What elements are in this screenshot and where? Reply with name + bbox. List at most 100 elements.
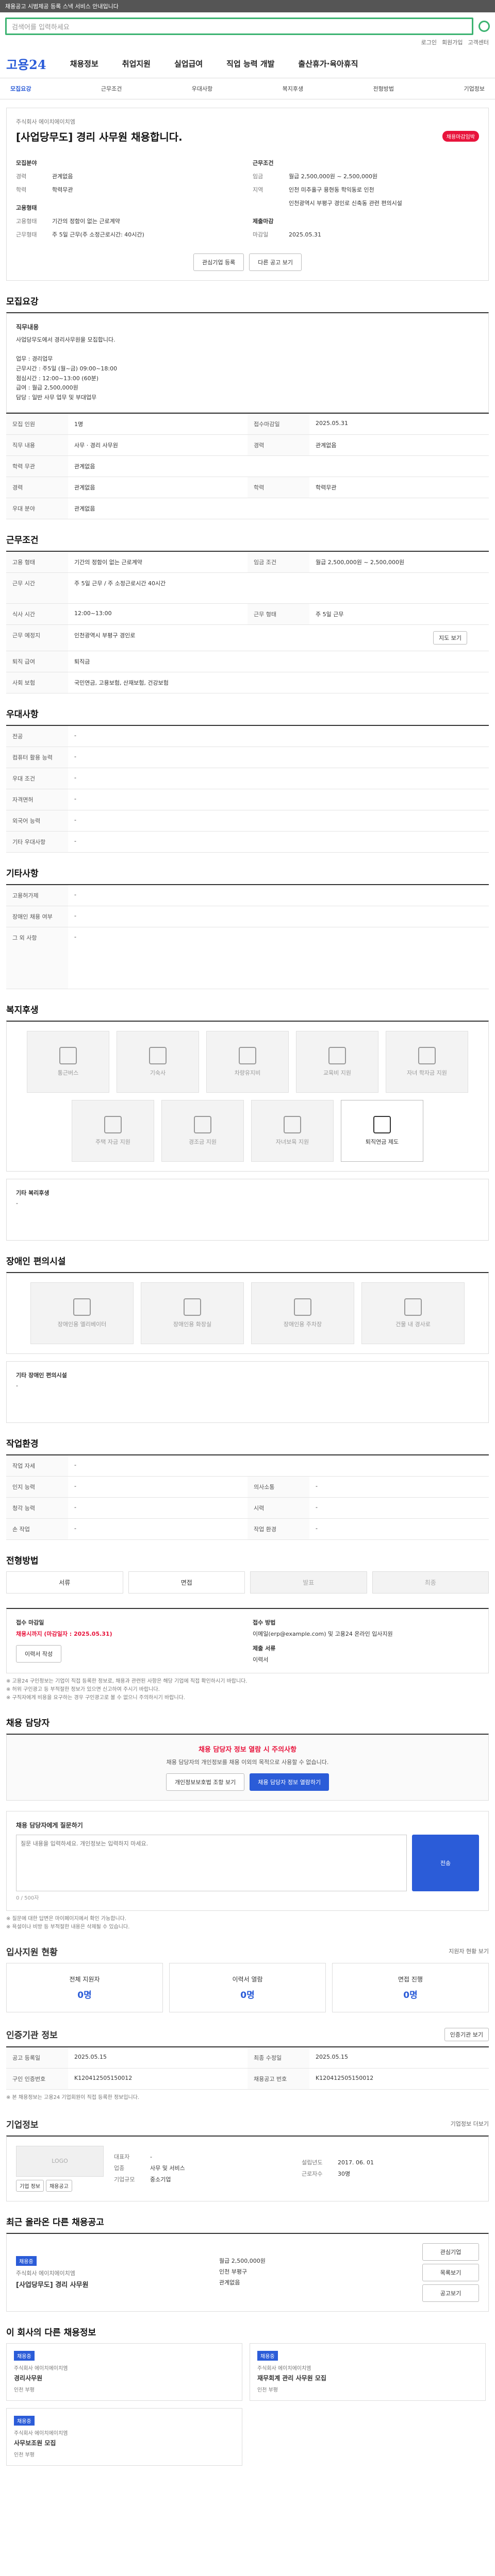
job-card[interactable]: 채용중 주식회사 에이치에이치엠 경리사무원 인천 부평 bbox=[6, 2343, 242, 2401]
global-nav: 고용24 채용정보 취업지원 실업급여 직업 능력 개발 출산휴가·육아휴직 bbox=[0, 49, 495, 78]
deadline-value: 채용시까지 (마감일자 : 2025.05.31) bbox=[16, 1630, 112, 1637]
qna-note: ※ 욕설이나 비방 등 부적절한 내용은 삭제될 수 있습니다. bbox=[6, 1924, 130, 1930]
disabled-etc-box: 기타 장애인 편의시설 - bbox=[6, 1361, 489, 1423]
applicants-more-link[interactable]: 지원자 현황 보기 bbox=[449, 1947, 489, 1955]
tab-recruit[interactable]: 모집요강 bbox=[10, 84, 31, 93]
similar-view-button[interactable]: 공고보기 bbox=[422, 2284, 479, 2302]
interest-button[interactable]: 관심기업 등록 bbox=[193, 253, 244, 271]
bus-icon bbox=[59, 1046, 77, 1064]
welfare-item: 경조금 지원 bbox=[161, 1099, 244, 1162]
docs-title: 제출 서류 bbox=[253, 1645, 276, 1652]
dorm-icon bbox=[149, 1046, 167, 1064]
welfare-label: 자녀 학자금 지원 bbox=[407, 1069, 447, 1076]
welfare-label: 교육비 지원 bbox=[323, 1069, 352, 1076]
similar-list-button[interactable]: 목록보기 bbox=[422, 2263, 479, 2281]
pension-icon bbox=[373, 1115, 391, 1133]
step-label: 서류 bbox=[59, 1579, 71, 1586]
tab-condition[interactable]: 근무조건 bbox=[101, 84, 122, 93]
manager-box: 채용 담당자 정보 열람 시 주의사항 채용 담당자의 개인정보를 채용 이외의… bbox=[6, 1733, 489, 1801]
tab-welfare[interactable]: 복지후생 bbox=[283, 84, 303, 93]
notice-list: ※ 고용24 구인정보는 기업이 직접 등록한 정보로, 채용과 관련된 사항은… bbox=[6, 1677, 489, 1702]
row-label: 공고 등록일 bbox=[6, 2047, 68, 2068]
summary-value: 월급 2,500,000원 ~ 2,500,000원 bbox=[289, 173, 378, 180]
map-button[interactable]: 지도 보기 bbox=[433, 631, 467, 645]
similar-meta: 인천 부평구 bbox=[219, 2268, 248, 2276]
row-label: 자격면허 bbox=[6, 789, 68, 810]
search-area: 검색어를 입력하세요 bbox=[0, 12, 495, 35]
row-label: 우대 분야 bbox=[6, 498, 68, 519]
ramp-icon bbox=[404, 1298, 422, 1316]
row-value: - bbox=[74, 933, 76, 940]
summary-label: 경력 bbox=[16, 173, 27, 180]
company-box: LOGO 기업 정보 채용공고 대표자 - 업종 사무 및 서비스 기업규모 중소기업… bbox=[6, 2135, 489, 2201]
similar-company: 주식회사 에이치에이치엠 bbox=[16, 2269, 75, 2277]
row-value: - bbox=[74, 891, 76, 898]
nav-benefit[interactable]: 실업급여 bbox=[174, 58, 203, 69]
row-value: - bbox=[74, 912, 76, 919]
job-summary-card: 주식회사 에이치에이치엠 [사업당무도] 경리 사무원 채용합니다. 채용마감임… bbox=[6, 108, 489, 281]
row-label: 학력 무관 bbox=[6, 455, 68, 477]
privacy-law-button[interactable]: 개인정보보호법 조항 보기 bbox=[166, 1773, 245, 1791]
row-value: 퇴직금 bbox=[74, 658, 90, 665]
nav-training[interactable]: 직업 능력 개발 bbox=[226, 58, 274, 69]
row-value: K120412505150012 bbox=[74, 2074, 133, 2081]
search-icon[interactable] bbox=[478, 21, 490, 32]
section-title: 최근 올라온 다른 채용공고 bbox=[6, 2217, 104, 2228]
job-card-company: 주식회사 에이치에이치엠 bbox=[14, 2365, 68, 2371]
qna-send-button[interactable]: 전송 bbox=[412, 1834, 479, 1891]
job-card[interactable]: 채용중 주식회사 에이치에이치엠 재무회계 관리 사무원 모집 인천 부평 bbox=[250, 2343, 486, 2401]
company-label: 기업규모 bbox=[114, 2176, 135, 2183]
resume-button[interactable]: 이력서 작성 bbox=[16, 1645, 62, 1663]
section-title: 인증기관 정보 bbox=[6, 2030, 58, 2041]
company-jobs-button[interactable]: 채용공고 bbox=[45, 2179, 72, 2192]
row-value: 인천광역시 부평구 경인로 bbox=[74, 632, 136, 639]
job-card[interactable]: 채용중 주식회사 에이치에이치엠 사무보조원 모집 인천 부평 bbox=[6, 2408, 242, 2466]
company-more-link[interactable]: 기업정보 더보기 bbox=[451, 2120, 489, 2128]
row-label: 구인 인증번호 bbox=[6, 2068, 68, 2089]
company-info-button[interactable]: 기업 정보 bbox=[16, 2179, 44, 2192]
login-link[interactable]: 로그인 bbox=[421, 38, 437, 46]
tab-company[interactable]: 기업정보 bbox=[464, 84, 484, 93]
summary-label: 지역 bbox=[253, 187, 263, 193]
row-value: - bbox=[74, 795, 76, 802]
tab-process[interactable]: 전형방법 bbox=[373, 84, 394, 93]
house-icon bbox=[104, 1115, 122, 1133]
row-label: 식사 시간 bbox=[6, 603, 68, 624]
stat-label: 면접 진행 bbox=[398, 1975, 423, 1983]
row-label: 작업 환경 bbox=[248, 1518, 309, 1539]
job-card-company: 주식회사 에이치에이치엠 bbox=[257, 2365, 311, 2371]
row-value: - bbox=[74, 1503, 76, 1511]
toilet-icon bbox=[184, 1298, 201, 1316]
qna-textarea[interactable] bbox=[16, 1834, 407, 1891]
similar-job-title[interactable]: [사업당무도] 경리 사무원 bbox=[16, 2279, 209, 2289]
search-input[interactable]: 검색어를 입력하세요 bbox=[5, 18, 473, 35]
stat-card: 이력서 열람 0명 bbox=[169, 1962, 326, 2012]
row-label: 경력 bbox=[248, 434, 309, 455]
nav-jobs[interactable]: 채용정보 bbox=[70, 58, 98, 69]
step-label: 최종 bbox=[424, 1579, 436, 1586]
view-manager-button[interactable]: 채용 담당자 정보 열람하기 bbox=[250, 1773, 329, 1791]
scrap-button[interactable]: 다른 공고 보기 bbox=[249, 253, 302, 271]
row-value: 12:00~13:00 bbox=[74, 609, 112, 617]
tab-preference[interactable]: 우대사항 bbox=[192, 84, 212, 93]
duty-text: 사업당무도에서 경리사무원을 모집합니다. 업무 : 경리업무 근무시간 : 주… bbox=[16, 336, 118, 401]
join-link[interactable]: 회원가입 bbox=[442, 38, 463, 46]
site-logo[interactable]: 고용24 bbox=[6, 55, 46, 73]
row-value: - bbox=[74, 1461, 76, 1468]
cert-button[interactable]: 인증기관 보기 bbox=[444, 2027, 489, 2041]
summary-label: 학력 bbox=[16, 187, 27, 193]
nav-leave[interactable]: 출산휴가·육아휴직 bbox=[298, 58, 358, 69]
help-link[interactable]: 고객센터 bbox=[468, 38, 489, 46]
row-value: 2025.05.15 bbox=[316, 2053, 348, 2060]
company-label: 근로자수 bbox=[302, 2171, 323, 2178]
nav-support[interactable]: 취업지원 bbox=[122, 58, 151, 69]
similar-interest-button[interactable]: 관심기업 bbox=[422, 2243, 479, 2261]
facility-item: 장애인용 화장실 bbox=[141, 1282, 244, 1344]
deadline-badge: 채용마감임박 bbox=[442, 131, 479, 142]
disabled-etc-title: 기타 장애인 편의시설 bbox=[16, 1371, 67, 1379]
row-value: 학력무관 bbox=[316, 484, 337, 491]
process-steps: 서류 면접 발표 최종 bbox=[6, 1571, 489, 1594]
job-card-meta: 인천 부평 bbox=[14, 2387, 35, 2393]
cap-icon bbox=[418, 1046, 436, 1064]
qna-box: 채용 담당자에게 질문하기 전송 0 / 500자 bbox=[6, 1810, 489, 1911]
